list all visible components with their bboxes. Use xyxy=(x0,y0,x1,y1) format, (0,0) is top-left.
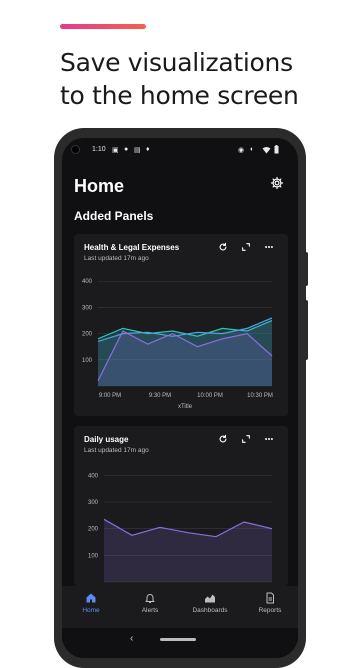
mic-icon: ♦ xyxy=(146,146,150,153)
panel-title: Daily usage xyxy=(84,435,129,444)
y-tick-label: 100 xyxy=(82,358,93,364)
accent-bar xyxy=(60,24,146,29)
nav-label: Reports xyxy=(258,607,282,614)
more-icon[interactable] xyxy=(264,242,274,252)
headline-line-1: Save visualizations xyxy=(60,48,293,77)
home-icon xyxy=(86,593,96,603)
battery-icon xyxy=(274,145,279,154)
expand-icon[interactable] xyxy=(241,242,251,252)
expand-icon[interactable] xyxy=(241,434,251,444)
more-icon[interactable] xyxy=(264,434,274,444)
panel-chart: 100 200 300 400 xyxy=(88,473,273,583)
page-title: Home xyxy=(74,176,125,196)
refresh-icon[interactable] xyxy=(218,242,228,252)
headline-line-2: to the home screen xyxy=(60,81,299,110)
x-tick-label: 9:30 PM xyxy=(149,393,171,399)
nav-label: Alerts xyxy=(141,607,159,614)
x-tick-label: 10:00 PM xyxy=(197,393,223,399)
reports-icon xyxy=(266,592,274,604)
location-icon: ◉ xyxy=(238,147,245,154)
wifi-icon xyxy=(262,147,271,154)
phone-power-button xyxy=(304,252,308,286)
phone-volume-button xyxy=(304,300,308,360)
panel-last-updated: Last updated 17m ago xyxy=(84,255,149,262)
status-time: 1:10 xyxy=(92,146,106,153)
nav-label: Dashboards xyxy=(192,607,228,614)
promo-headline: Save visualizations to the home screen xyxy=(60,46,350,112)
bottom-nav: Home Alerts Dashboards Reports xyxy=(62,586,298,628)
phone-screen: 1:10 ▣ ● ▤ ♦ ◉ ◐ Home Added Panels Healt… xyxy=(62,138,298,658)
y-tick-label: 200 xyxy=(88,527,99,533)
panel-last-updated: Last updated 17m ago xyxy=(84,447,149,454)
x-tick-label: 9:00 PM xyxy=(99,393,121,399)
back-icon[interactable]: ‹ xyxy=(130,633,133,644)
person-icon: ● xyxy=(124,146,129,153)
y-tick-label: 400 xyxy=(88,473,99,479)
gallery-icon: ▣ xyxy=(112,147,119,154)
panel-card[interactable]: Daily usage Last updated 17m ago 100 200 3… xyxy=(74,426,288,586)
nav-item-reports[interactable]: Reports xyxy=(242,592,298,614)
y-tick-label: 100 xyxy=(88,553,99,559)
nav-item-dashboards[interactable]: Dashboards xyxy=(182,592,238,614)
dashboards-icon xyxy=(205,594,215,603)
news-icon: ▤ xyxy=(134,147,141,154)
gesture-bar: ‹ xyxy=(62,628,298,658)
y-tick-label: 400 xyxy=(82,279,93,285)
section-title: Added Panels xyxy=(74,209,154,223)
panel-chart: 100 200 300 400 9:00 PM 9:30 PM 10:00 PM 10:30 … xyxy=(82,279,273,410)
refresh-icon[interactable] xyxy=(218,434,228,444)
status-bar: 1:10 ▣ ● ▤ ♦ ◉ ◐ xyxy=(62,138,298,162)
y-tick-label: 200 xyxy=(82,332,93,338)
panel-card[interactable]: Health & Legal Expenses Last updated 17m… xyxy=(74,234,288,416)
eye-icon: ◐ xyxy=(250,146,255,153)
nav-item-alerts[interactable]: Alerts xyxy=(122,592,178,614)
x-tick-label: 10:30 PM xyxy=(247,393,273,399)
panel-title: Health & Legal Expenses xyxy=(84,243,180,252)
bell-icon xyxy=(145,594,155,603)
x-axis-title: xTitle xyxy=(178,404,193,410)
nav-label: Home xyxy=(82,607,100,614)
y-tick-label: 300 xyxy=(88,500,99,506)
front-camera xyxy=(71,145,80,154)
y-tick-label: 300 xyxy=(82,305,93,311)
nav-item-home[interactable]: Home xyxy=(63,592,119,614)
gear-icon[interactable] xyxy=(270,176,284,190)
